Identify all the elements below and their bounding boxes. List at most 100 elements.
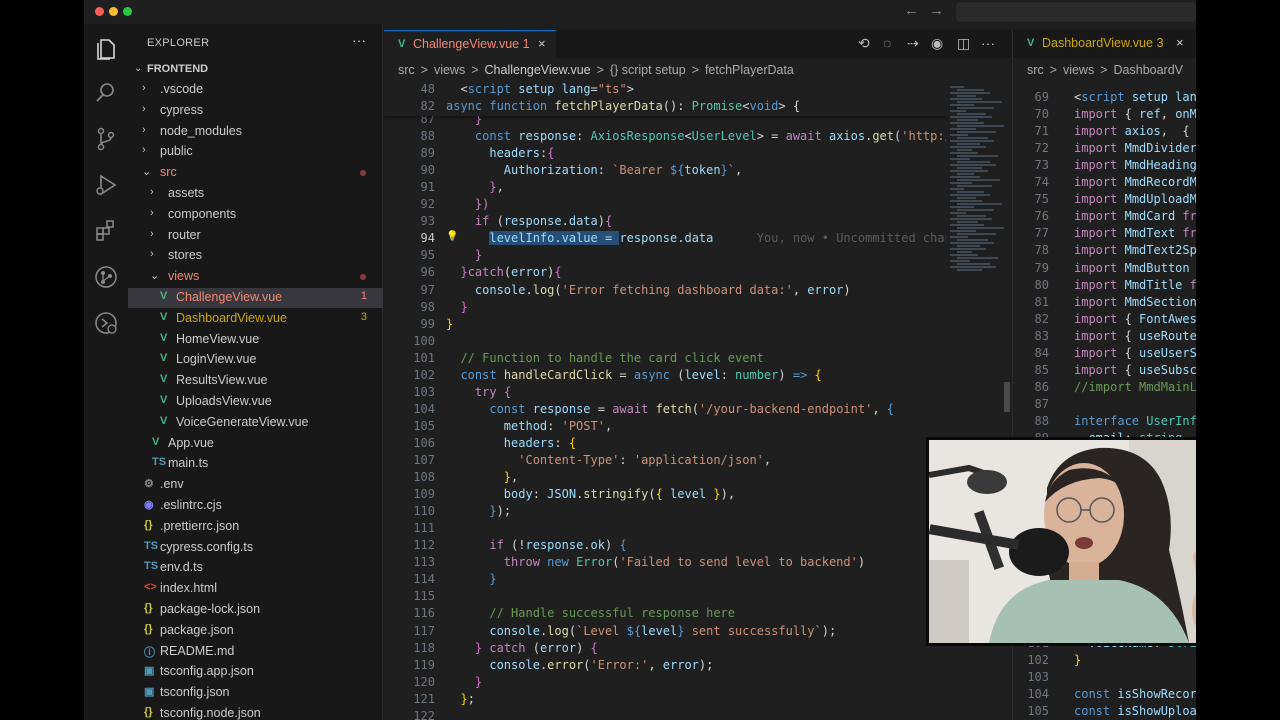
folder-stores[interactable]: › stores	[128, 246, 383, 266]
sticky-scroll-line[interactable]: 48 <script setup lang="ts">	[384, 82, 948, 99]
sticky-scroll-line[interactable]: 82 async function fetchPlayerData(): Prom…	[384, 99, 948, 117]
code-line[interactable]: 88 const response: AxiosResponse<UserLev…	[384, 129, 948, 146]
code-line[interactable]: 86 //import MmdMainLa	[1013, 380, 1196, 397]
code-line[interactable]: 73 import MmdHeading1	[1013, 158, 1196, 175]
code-line[interactable]: 116 // Handle successful response here	[384, 606, 948, 623]
code-line[interactable]: 91 },	[384, 180, 948, 197]
code-line[interactable]: 103 try {	[384, 385, 948, 402]
code-line[interactable]: 87	[1013, 397, 1196, 414]
maximize-window-icon[interactable]	[123, 7, 132, 16]
code-line[interactable]: 89 headers:{	[384, 146, 948, 163]
breadcrumb-item[interactable]: views	[434, 63, 465, 77]
code-line[interactable]: 115	[384, 589, 948, 606]
folder-components[interactable]: › components	[128, 205, 383, 225]
file-package-lock-json[interactable]: {} package-lock.json	[128, 600, 383, 620]
file-homeview-vue[interactable]: V HomeView.vue	[128, 330, 383, 350]
code-line[interactable]: 105 const isShowUpload	[1013, 704, 1196, 720]
code-line[interactable]: 113 throw new Error('Failed to send leve…	[384, 555, 948, 572]
code-line[interactable]: 110 });	[384, 504, 948, 521]
file-prettierrc-json[interactable]: {} .prettierrc.json	[128, 517, 383, 537]
file-tsconfig-node-json[interactable]: {} tsconfig.node.json	[128, 704, 383, 720]
extensions-icon[interactable]	[93, 218, 119, 244]
code-line[interactable]: 72 import MmdDivider	[1013, 141, 1196, 158]
code-line[interactable]: 75 import MmdUploadMo	[1013, 192, 1196, 209]
file-main-ts[interactable]: TS main.ts	[128, 454, 383, 474]
breadcrumb-item[interactable]: DashboardV	[1114, 63, 1184, 77]
folder-vscode[interactable]: › .vscode	[128, 80, 383, 100]
code-line[interactable]: 108 },	[384, 470, 948, 487]
code-line[interactable]: 83 import { useRouter	[1013, 329, 1196, 346]
file-loginview-vue[interactable]: V LoginView.vue	[128, 350, 383, 370]
file-challengeview-vue[interactable]: V ChallengeView.vue 1	[128, 288, 383, 308]
file-package-json[interactable]: {} package.json	[128, 621, 383, 641]
code-line[interactable]: 119 console.error('Error:', error);	[384, 658, 948, 675]
close-tab-icon[interactable]: ×	[538, 36, 546, 51]
folder-assets[interactable]: › assets	[128, 184, 383, 204]
explorer-icon[interactable]	[93, 36, 119, 62]
more-actions-icon[interactable]: ···	[352, 32, 366, 48]
code-line[interactable]: 97 console.log('Error fetching dashboard…	[384, 283, 948, 300]
file-index-html[interactable]: <> index.html	[128, 579, 383, 599]
code-line[interactable]: 99}	[384, 317, 948, 334]
code-line[interactable]: 79 import MmdButton f	[1013, 261, 1196, 278]
code-line[interactable]: 105 method: 'POST',	[384, 419, 948, 436]
code-line[interactable]: 103	[1013, 670, 1196, 687]
code-line[interactable]: 107 'Content-Type': 'application/json',	[384, 453, 948, 470]
file-voicegenerateview-vue[interactable]: V VoiceGenerateView.vue	[128, 413, 383, 433]
breadcrumb-item[interactable]: src	[398, 63, 415, 77]
run-debug-icon[interactable]	[93, 172, 119, 198]
code-line[interactable]: 106 headers: {	[384, 436, 948, 453]
code-line[interactable]: 122	[384, 709, 948, 720]
code-line[interactable]: 88 interface UserInfo	[1013, 414, 1196, 431]
close-window-icon[interactable]	[95, 7, 104, 16]
code-line[interactable]: 104 const response = await fetch('/your-…	[384, 402, 948, 419]
file-tsconfig-app-json[interactable]: ▣ tsconfig.app.json	[128, 662, 383, 682]
previous-change-icon[interactable]: ◌	[883, 35, 891, 51]
breadcrumb-item[interactable]: ChallengeView.vue	[485, 63, 591, 77]
breadcrumb-item[interactable]: fetchPlayerData	[705, 63, 794, 77]
code-line[interactable]: 94 levelInfo.value = response.data You, …	[384, 231, 948, 248]
editor-scrollbar[interactable]	[1004, 382, 1010, 412]
file-env-d-ts[interactable]: TS env.d.ts	[128, 558, 383, 578]
folder-views[interactable]: ⌄ views	[128, 267, 383, 287]
code-line[interactable]: 102}	[1013, 653, 1196, 670]
breadcrumb-item[interactable]: src	[1027, 63, 1044, 77]
copilot-icon[interactable]: ◉	[931, 35, 943, 52]
remote-explorer-icon[interactable]	[93, 310, 119, 336]
code-line[interactable]: 90 Authorization: `Bearer ${token}`,	[384, 163, 948, 180]
code-line[interactable]: 82 import { FontAweso	[1013, 312, 1196, 329]
file-app-vue[interactable]: V App.vue	[128, 434, 383, 454]
file-env[interactable]: ⚙ .env	[128, 475, 383, 495]
file-uploadsview-vue[interactable]: V UploadsView.vue	[128, 392, 383, 412]
code-line[interactable]: 117 console.log(`Level ${level} sent suc…	[384, 624, 948, 641]
code-line[interactable]: 85 import { useSubscr	[1013, 363, 1196, 380]
code-line[interactable]: 80 import MmdTitle fr	[1013, 278, 1196, 295]
next-change-icon[interactable]: ⇢	[907, 35, 919, 52]
folder-public[interactable]: › public	[128, 142, 383, 162]
code-line[interactable]: 92 })	[384, 197, 948, 214]
code-line[interactable]: 74 import MmdRecordMo	[1013, 175, 1196, 192]
compare-changes-icon[interactable]: ⟲	[858, 35, 870, 52]
breadcrumb-item[interactable]: {} script setup	[610, 63, 686, 77]
code-line[interactable]: 120 }	[384, 675, 948, 692]
file-tsconfig-json[interactable]: ▣ tsconfig.json	[128, 683, 383, 703]
code-line[interactable]: 78 import MmdText2Spe	[1013, 243, 1196, 260]
code-line[interactable]: 121 };	[384, 692, 948, 709]
code-line[interactable]: 77 import MmdText fro	[1013, 226, 1196, 243]
folder-node-modules[interactable]: › node_modules	[128, 122, 383, 142]
file-readme-md[interactable]: ⓘ README.md	[128, 642, 383, 662]
lightbulb-icon[interactable]: 💡	[446, 231, 458, 242]
code-line[interactable]: 84 import { useUserSt	[1013, 346, 1196, 363]
command-center-search[interactable]	[956, 2, 1196, 22]
code-line[interactable]: 98 }	[384, 300, 948, 317]
breadcrumb-item[interactable]: views	[1063, 63, 1094, 77]
file-resultsview-vue[interactable]: V ResultsView.vue	[128, 371, 383, 391]
tab-challengeview[interactable]: V ChallengeView.vue 1 ×	[384, 30, 556, 58]
code-line[interactable]: 102 const handleCardClick = async (level…	[384, 368, 948, 385]
more-actions-icon[interactable]: ···	[981, 35, 995, 51]
minimize-window-icon[interactable]	[109, 7, 118, 16]
code-line[interactable]: 96 }catch(error){	[384, 265, 948, 282]
code-line[interactable]: 112 if (!response.ok) {	[384, 538, 948, 555]
source-control-icon[interactable]	[93, 126, 119, 152]
code-line[interactable]: 76 import MmdCard fro	[1013, 209, 1196, 226]
